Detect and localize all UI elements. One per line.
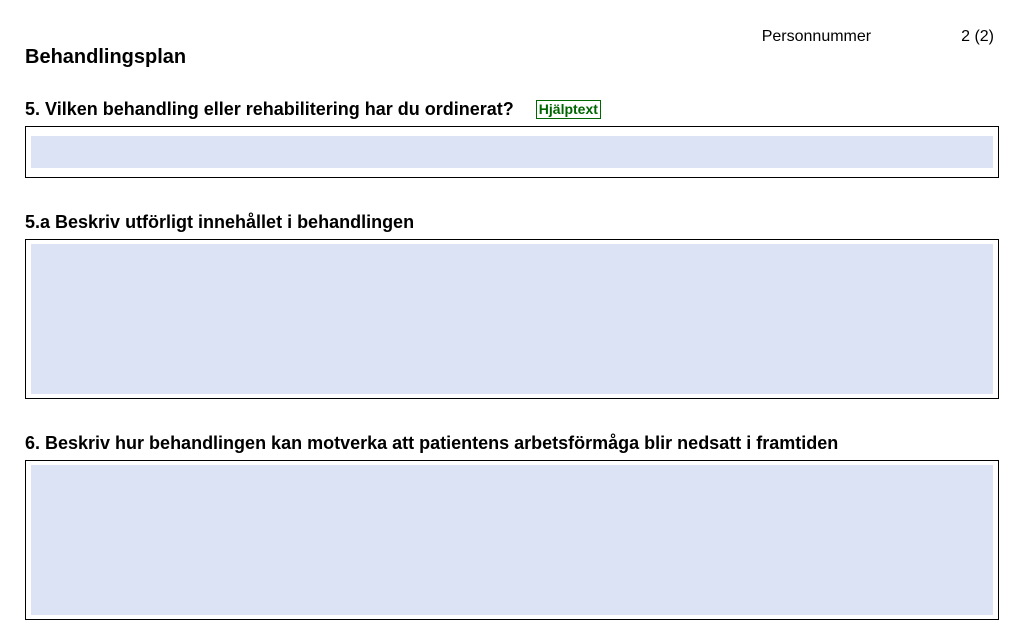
personnummer-label: Personnummer	[762, 28, 871, 46]
header-row: Behandlingsplan Personnummer 2 (2)	[25, 28, 999, 69]
question-5a-input[interactable]	[31, 244, 993, 394]
question-5-label: 5. Vilken behandling eller rehabiliterin…	[25, 99, 514, 120]
question-5a-row: 5.a Beskriv utförligt innehållet i behan…	[25, 212, 999, 233]
question-5-row: 5. Vilken behandling eller rehabiliterin…	[25, 99, 999, 120]
page-number: 2 (2)	[961, 28, 994, 46]
question-6-label: 6. Beskriv hur behandlingen kan motverka…	[25, 433, 838, 454]
question-5-fieldbox	[25, 126, 999, 178]
section-title: Behandlingsplan	[25, 46, 186, 69]
question-6-row: 6. Beskriv hur behandlingen kan motverka…	[25, 433, 999, 454]
question-6-input[interactable]	[31, 465, 993, 615]
question-5a-label: 5.a Beskriv utförligt innehållet i behan…	[25, 212, 414, 233]
question-6-fieldbox	[25, 460, 999, 620]
question-6-section: 6. Beskriv hur behandlingen kan motverka…	[25, 433, 999, 620]
question-5-input[interactable]	[31, 136, 993, 168]
question-5a-fieldbox	[25, 239, 999, 399]
help-link-q5[interactable]: Hjälptext	[536, 100, 601, 119]
header-right: Personnummer 2 (2)	[762, 28, 999, 46]
question-5a-section: 5.a Beskriv utförligt innehållet i behan…	[25, 212, 999, 399]
